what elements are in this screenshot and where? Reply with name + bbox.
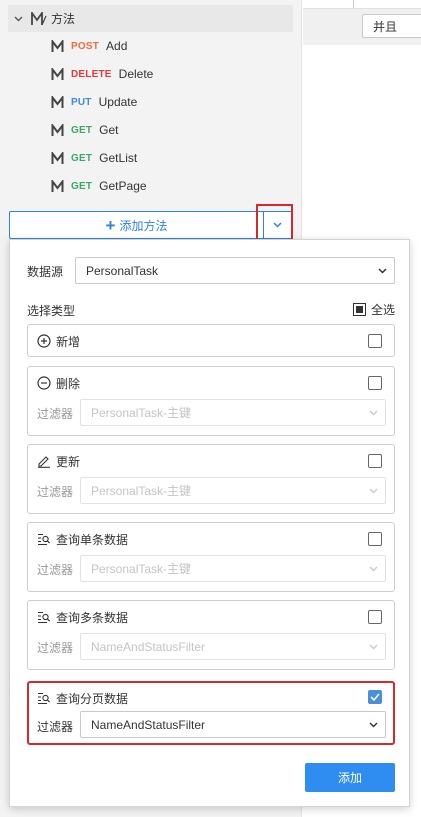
method-icon (51, 66, 64, 81)
method-name: Delete (118, 67, 154, 81)
query-icon (37, 610, 51, 624)
datasource-label: 数据源 (27, 265, 64, 279)
http-verb-badge: POST (71, 40, 100, 52)
checkmark-icon (370, 693, 380, 701)
method-type-checkbox[interactable] (368, 610, 382, 624)
logic-operator-select[interactable]: 并且 (362, 14, 421, 38)
method-type-card-query-single: 查询单条数据 过滤器 PersonalTask-主键 (27, 522, 395, 592)
method-type-card-delete: 删除 过滤器 PersonalTask-主键 (27, 366, 395, 436)
method-type-name: 查询分页数据 (56, 691, 129, 706)
filter-select[interactable]: PersonalTask-主键 (80, 477, 386, 504)
method-type-name: 更新 (56, 454, 81, 469)
method-type-card-create: 新增 (27, 324, 395, 357)
chevron-down-icon (369, 487, 378, 494)
method-type-checkbox[interactable] (368, 334, 382, 348)
select-type-label: 选择类型 (27, 304, 76, 318)
method-type-checkbox[interactable] (368, 376, 382, 390)
filter-value: PersonalTask-主键 (91, 406, 192, 420)
filter-select[interactable]: PersonalTask-主键 (80, 399, 386, 426)
method-icon (51, 178, 64, 193)
method-icon (51, 150, 64, 165)
method-type-checkbox[interactable] (368, 690, 382, 704)
http-verb-badge: GET (71, 152, 93, 164)
minus-circle-icon (37, 376, 51, 390)
chevron-down-icon (369, 409, 378, 416)
method-type-name: 新增 (56, 334, 81, 349)
filter-select[interactable]: NameAndStatusFilter (80, 633, 386, 660)
add-method-dropdown-button[interactable] (263, 211, 292, 239)
method-item-add[interactable]: POST Add (51, 36, 127, 56)
http-verb-badge: DELETE (71, 68, 112, 80)
method-type-card-query-page: 查询分页数据 过滤器 NameAndStatusFilter (27, 681, 395, 745)
method-name: GetPage (99, 179, 147, 193)
method-item-delete[interactable]: DELETE Delete (51, 64, 153, 84)
method-item-get[interactable]: GET Get (51, 120, 119, 140)
datasource-value: PersonalTask (86, 263, 159, 278)
method-type-name: 查询单条数据 (56, 532, 129, 547)
query-icon (37, 691, 51, 705)
filter-value: PersonalTask-主键 (91, 562, 192, 576)
add-methods-popup: 数据源 PersonalTask 选择类型 全选 新增 删除 过滤器 Perso… (9, 239, 410, 807)
query-icon (37, 532, 51, 546)
methods-group-title: 方法 (51, 12, 76, 26)
edit-icon (37, 454, 51, 468)
chevron-down-icon (378, 267, 387, 274)
method-icon (51, 122, 64, 137)
filter-select[interactable]: NameAndStatusFilter (80, 711, 386, 738)
method-type-card-update: 更新 过滤器 PersonalTask-主键 (27, 444, 395, 514)
http-verb-badge: GET (71, 180, 93, 192)
method-name: Add (106, 39, 128, 53)
select-all-checkbox[interactable]: 全选 (353, 301, 395, 318)
filter-label: 过滤器 (37, 407, 74, 421)
http-verb-badge: PUT (71, 96, 92, 108)
method-icon (51, 38, 64, 53)
chevron-down-icon[interactable] (11, 16, 25, 22)
select-all-label: 全选 (371, 303, 396, 317)
chevron-down-icon (369, 721, 378, 728)
filter-label: 过滤器 (37, 485, 74, 499)
methods-group-header[interactable]: 方法 (8, 5, 293, 32)
method-type-checkbox[interactable] (368, 454, 382, 468)
method-item-update[interactable]: PUT Update (51, 92, 137, 112)
plus-circle-icon (37, 334, 51, 348)
method-name: Update (98, 95, 138, 109)
add-method-label: 添加方法 (119, 218, 168, 233)
chevron-down-icon (369, 565, 378, 572)
filter-label: 过滤器 (37, 720, 74, 734)
filter-select[interactable]: PersonalTask-主键 (80, 555, 386, 582)
method-type-name: 删除 (56, 376, 81, 391)
method-group-icon (31, 9, 47, 26)
method-type-checkbox[interactable] (368, 532, 382, 546)
datasource-select[interactable]: PersonalTask (75, 257, 395, 284)
add-method-button[interactable]: + 添加方法 (9, 211, 263, 239)
filter-label: 过滤器 (37, 563, 74, 577)
chevron-down-icon (273, 222, 282, 228)
method-type-name: 查询多条数据 (56, 610, 129, 625)
submit-add-button[interactable]: 添加 (305, 763, 395, 792)
method-item-getpage[interactable]: GET GetPage (51, 176, 147, 196)
plus-icon: + (105, 215, 116, 235)
method-name: GetList (99, 151, 138, 165)
filter-label: 过滤器 (37, 641, 74, 655)
indeterminate-checkbox-icon (353, 303, 366, 316)
chevron-down-icon (369, 643, 378, 650)
method-name: Get (99, 123, 119, 137)
http-verb-badge: GET (71, 124, 93, 136)
method-type-card-query-list: 查询多条数据 过滤器 NameAndStatusFilter (27, 600, 395, 670)
method-icon (51, 94, 64, 109)
method-item-getlist[interactable]: GET GetList (51, 148, 137, 168)
filter-value: PersonalTask-主键 (91, 484, 192, 498)
filter-value: NameAndStatusFilter (91, 717, 206, 732)
filter-value: NameAndStatusFilter (91, 639, 206, 654)
